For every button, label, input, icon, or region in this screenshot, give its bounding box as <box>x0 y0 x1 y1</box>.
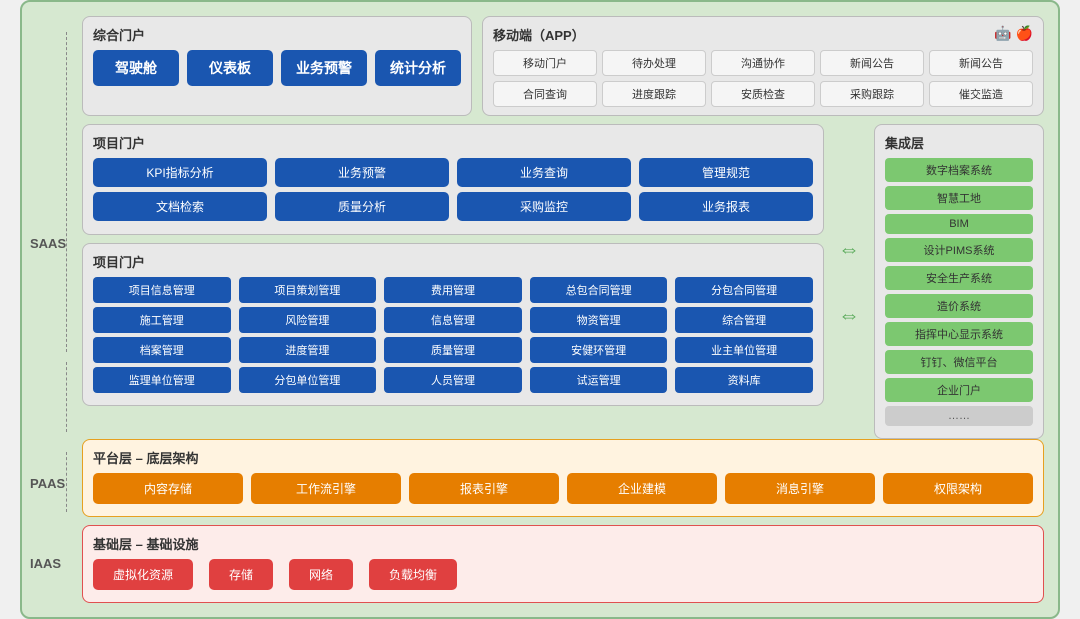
integration-title: 集成层 <box>885 133 1033 152</box>
btn-yewuyujing[interactable]: 业务预警 <box>281 50 367 86</box>
label-iaas: IAAS <box>30 556 61 571</box>
pm-btn-10[interactable]: 施工管理 <box>93 307 231 333</box>
pm-btn-34[interactable]: 资料库 <box>675 367 813 393</box>
mobile-btn-2[interactable]: 沟通协作 <box>711 50 815 76</box>
mobile-icons: 🤖 🍎 <box>994 25 1033 42</box>
mobile-btn-6[interactable]: 进度跟踪 <box>602 81 706 107</box>
mobile-btn-8[interactable]: 采购跟踪 <box>820 81 924 107</box>
pp-btn-2[interactable]: 业务查询 <box>457 158 631 187</box>
btn-yibiaoban[interactable]: 仪表板 <box>187 50 273 86</box>
mobile-btn-9[interactable]: 催交监造 <box>929 81 1033 107</box>
dashed-line-2 <box>66 362 67 432</box>
mobile-grid: 移动门户 待办处理 沟通协作 新闻公告 新闻公告 合同查询 进度跟踪 安质检查 … <box>493 50 1033 107</box>
mobile-btn-7[interactable]: 安质检查 <box>711 81 815 107</box>
int-item-4[interactable]: 安全生产系统 <box>885 266 1033 290</box>
dashed-line-3 <box>66 452 67 512</box>
int-item-0[interactable]: 数字档案系统 <box>885 158 1033 182</box>
mobile-btn-5[interactable]: 合同查询 <box>493 81 597 107</box>
int-item-8[interactable]: 企业门户 <box>885 378 1033 402</box>
pp-btn-5[interactable]: 质量分析 <box>275 192 449 221</box>
pm-row-3: 档案管理 进度管理 质量管理 安健环管理 业主单位管理 <box>93 337 813 363</box>
section-integration: 集成层 数字档案系统 智慧工地 BIM 设计PIMS系统 安全生产系统 造价系统… <box>874 124 1044 439</box>
pm-btn-31[interactable]: 分包单位管理 <box>239 367 377 393</box>
pm-btn-12[interactable]: 信息管理 <box>384 307 522 333</box>
pm-btn-22[interactable]: 质量管理 <box>384 337 522 363</box>
pm-btn-23[interactable]: 安健环管理 <box>530 337 668 363</box>
int-item-1[interactable]: 智慧工地 <box>885 186 1033 210</box>
pm-btn-03[interactable]: 总包合同管理 <box>530 277 668 303</box>
paas-btn-3[interactable]: 企业建模 <box>567 473 717 504</box>
pp-btn-0[interactable]: KPI指标分析 <box>93 158 267 187</box>
mobile-btn-3[interactable]: 新闻公告 <box>820 50 924 76</box>
section-mobile: 移动端（APP） 🤖 🍎 移动门户 待办处理 沟通协作 新闻公告 新闻公告 合同… <box>482 16 1044 116</box>
right-panel: 集成层 数字档案系统 智慧工地 BIM 设计PIMS系统 安全生产系统 造价系统… <box>874 124 1044 439</box>
pp-btn-1[interactable]: 业务预警 <box>275 158 449 187</box>
paas-btn-1[interactable]: 工作流引擎 <box>251 473 401 504</box>
zhumen-btn-row: 驾驶舱 仪表板 业务预警 统计分析 <box>93 50 461 86</box>
section-project-mgmt: 项目门户 项目信息管理 项目策划管理 费用管理 总包合同管理 分包合同管理 施工… <box>82 243 824 406</box>
mobile-btn-4[interactable]: 新闻公告 <box>929 50 1033 76</box>
arrow-container: ⇔ ⇔ <box>834 124 864 439</box>
pm-btn-30[interactable]: 监理单位管理 <box>93 367 231 393</box>
section-project-portal: 项目门户 KPI指标分析 业务预警 业务查询 管理规范 文档检索 质量分析 采购… <box>82 124 824 235</box>
section-iaas: 基础层 – 基础设施 虚拟化资源 存储 网络 负载均衡 <box>82 525 1044 603</box>
project-portal-title: 项目门户 <box>93 133 813 152</box>
int-item-9[interactable]: …… <box>885 406 1033 426</box>
arrow-up-down-1: ⇔ <box>838 236 860 262</box>
pm-btn-00[interactable]: 项目信息管理 <box>93 277 231 303</box>
paas-btn-5[interactable]: 权限架构 <box>883 473 1033 504</box>
top-row: 综合门户 驾驶舱 仪表板 业务预警 统计分析 移动端（APP） 🤖 🍎 移动门户… <box>82 16 1044 116</box>
iaas-title: 基础层 – 基础设施 <box>93 534 1033 553</box>
project-mgmt-title: 项目门户 <box>93 252 813 271</box>
pp-btn-4[interactable]: 文档检索 <box>93 192 267 221</box>
pp-btn-3[interactable]: 管理规范 <box>639 158 813 187</box>
pm-btn-11[interactable]: 风险管理 <box>239 307 377 333</box>
pm-btn-21[interactable]: 进度管理 <box>239 337 377 363</box>
project-portal-row-2: 文档检索 质量分析 采购监控 业务报表 <box>93 192 813 221</box>
paas-btn-row: 内容存储 工作流引擎 报表引擎 企业建模 消息引擎 权限架构 <box>93 473 1033 504</box>
btn-jiashicang[interactable]: 驾驶舱 <box>93 50 179 86</box>
zhumen-title: 综合门户 <box>93 25 461 44</box>
int-item-7[interactable]: 钉钉、微信平台 <box>885 350 1033 374</box>
pm-btn-33[interactable]: 试运管理 <box>530 367 668 393</box>
pm-btn-14[interactable]: 综合管理 <box>675 307 813 333</box>
pm-row-2: 施工管理 风险管理 信息管理 物资管理 综合管理 <box>93 307 813 333</box>
pm-btn-02[interactable]: 费用管理 <box>384 277 522 303</box>
int-item-5[interactable]: 造价系统 <box>885 294 1033 318</box>
pm-row-4: 监理单位管理 分包单位管理 人员管理 试运管理 资料库 <box>93 367 813 393</box>
pm-btn-13[interactable]: 物资管理 <box>530 307 668 333</box>
pm-btn-24[interactable]: 业主单位管理 <box>675 337 813 363</box>
pp-btn-6[interactable]: 采购监控 <box>457 192 631 221</box>
mobile-title: 移动端（APP） 🤖 🍎 <box>493 25 1033 44</box>
section-zhumen: 综合门户 驾驶舱 仪表板 业务预警 统计分析 <box>82 16 472 116</box>
int-item-2[interactable]: BIM <box>885 214 1033 234</box>
paas-btn-2[interactable]: 报表引擎 <box>409 473 559 504</box>
pp-btn-7[interactable]: 业务报表 <box>639 192 813 221</box>
pm-btn-01[interactable]: 项目策划管理 <box>239 277 377 303</box>
paas-title: 平台层 – 底层架构 <box>93 448 1033 467</box>
arrow-up-down-2: ⇔ <box>838 302 860 328</box>
mobile-btn-0[interactable]: 移动门户 <box>493 50 597 76</box>
label-saas: SAAS <box>30 236 66 251</box>
main-container: SAAS PAAS IAAS 综合门户 驾驶舱 仪表板 业务预警 统计分析 移动… <box>20 0 1060 619</box>
btn-tongjifenxi[interactable]: 统计分析 <box>375 50 461 86</box>
paas-btn-0[interactable]: 内容存储 <box>93 473 243 504</box>
pm-row-1: 项目信息管理 项目策划管理 费用管理 总包合同管理 分包合同管理 <box>93 277 813 303</box>
project-portal-row-1: KPI指标分析 业务预警 业务查询 管理规范 <box>93 158 813 187</box>
pm-btn-04[interactable]: 分包合同管理 <box>675 277 813 303</box>
label-paas: PAAS <box>30 476 65 491</box>
int-item-3[interactable]: 设计PIMS系统 <box>885 238 1033 262</box>
pm-btn-20[interactable]: 档案管理 <box>93 337 231 363</box>
mobile-btn-1[interactable]: 待办处理 <box>602 50 706 76</box>
pm-btn-32[interactable]: 人员管理 <box>384 367 522 393</box>
paas-btn-4[interactable]: 消息引擎 <box>725 473 875 504</box>
side-labels: SAAS PAAS IAAS <box>22 2 80 617</box>
left-content: 项目门户 KPI指标分析 业务预警 业务查询 管理规范 文档检索 质量分析 采购… <box>82 124 824 439</box>
content-area: 项目门户 KPI指标分析 业务预警 业务查询 管理规范 文档检索 质量分析 采购… <box>82 124 1044 439</box>
section-paas: 平台层 – 底层架构 内容存储 工作流引擎 报表引擎 企业建模 消息引擎 权限架… <box>82 439 1044 517</box>
int-item-6[interactable]: 指挥中心显示系统 <box>885 322 1033 346</box>
dashed-line-1 <box>66 32 67 352</box>
